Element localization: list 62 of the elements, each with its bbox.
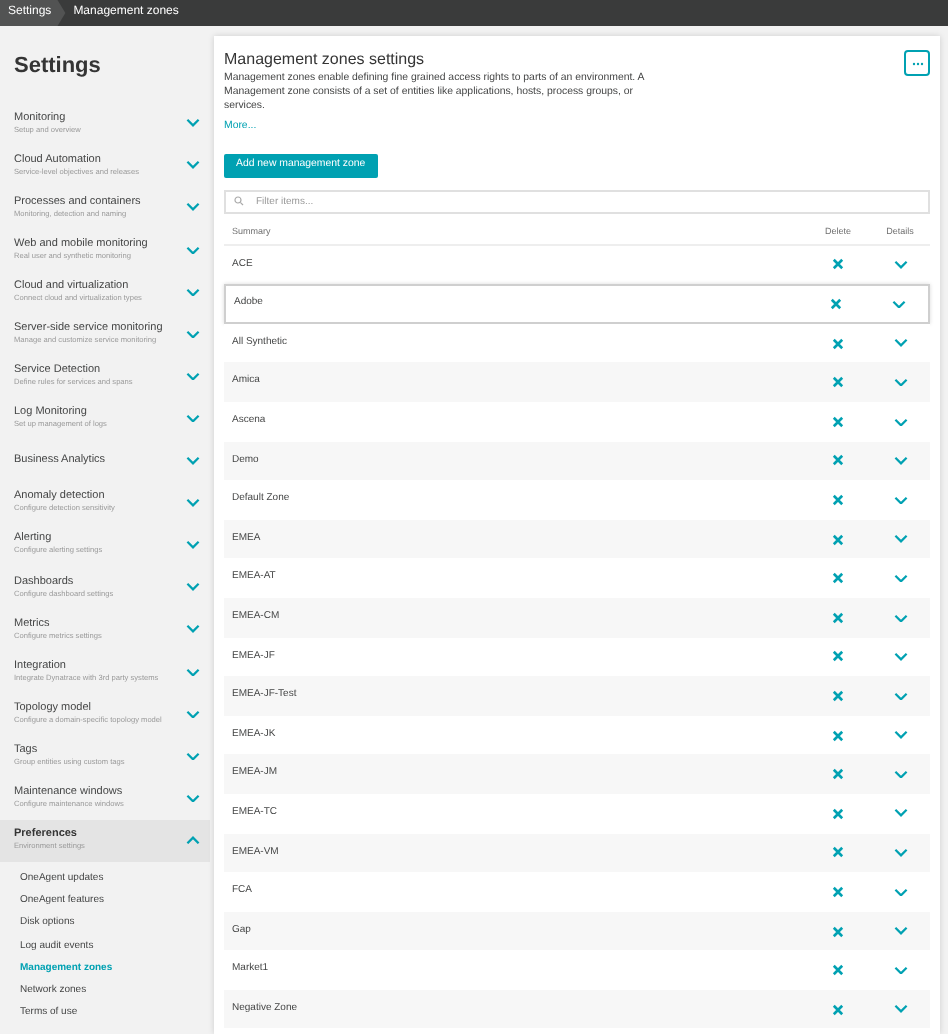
collapse-icon[interactable]: [186, 835, 200, 845]
expand-icon[interactable]: [893, 769, 907, 779]
expand-icon[interactable]: [893, 377, 907, 387]
delete-icon[interactable]: [832, 572, 844, 585]
delete-icon[interactable]: [832, 337, 844, 350]
delete-icon[interactable]: [832, 650, 844, 663]
search-icon: [234, 196, 244, 207]
expand-icon[interactable]: [186, 371, 200, 381]
delete-icon[interactable]: [832, 846, 844, 859]
expand-icon[interactable]: [893, 456, 907, 466]
delete-icon[interactable]: [832, 925, 844, 937]
delete-icon[interactable]: [832, 533, 844, 546]
delete-icon[interactable]: [830, 298, 842, 310]
delete-icon[interactable]: [832, 258, 844, 271]
delete-icon[interactable]: [832, 376, 844, 389]
delete-icon[interactable]: [832, 729, 844, 742]
delete-icon[interactable]: [832, 611, 844, 624]
delete-icon[interactable]: [832, 807, 844, 820]
expand-icon[interactable]: [186, 624, 200, 634]
delete-icon[interactable]: [832, 454, 844, 467]
expand-icon[interactable]: [186, 709, 200, 719]
delete-icon[interactable]: [832, 1003, 844, 1016]
delete-icon[interactable]: [832, 689, 844, 702]
expand-icon[interactable]: [893, 730, 907, 740]
expand-icon[interactable]: [893, 652, 907, 662]
expand-icon[interactable]: [893, 534, 907, 544]
expand-icon[interactable]: [186, 118, 200, 128]
expand-icon[interactable]: [186, 287, 200, 297]
expand-icon[interactable]: [186, 667, 200, 677]
expand-icon[interactable]: [893, 260, 907, 270]
expand-icon[interactable]: [893, 848, 907, 858]
sidebar-title: Settings: [12, 52, 103, 82]
expand-icon[interactable]: [893, 691, 907, 701]
delete-icon[interactable]: [832, 493, 844, 506]
expand-icon[interactable]: [186, 202, 200, 212]
expand-icon[interactable]: [186, 751, 200, 761]
expand-icon[interactable]: [186, 245, 200, 255]
expand-icon[interactable]: [186, 793, 200, 803]
expand-icon[interactable]: [893, 338, 907, 348]
panel-title: Management zones settings: [224, 50, 425, 70]
expand-icon[interactable]: [186, 413, 200, 423]
delete-icon[interactable]: [832, 768, 844, 781]
expand-icon[interactable]: [893, 808, 907, 818]
expand-icon[interactable]: [893, 926, 907, 936]
expand-icon[interactable]: [893, 417, 907, 427]
delete-icon[interactable]: [832, 415, 844, 428]
expand-icon[interactable]: [891, 299, 905, 309]
expand-icon[interactable]: [893, 965, 907, 975]
expand-icon[interactable]: [893, 573, 907, 583]
more-options-button[interactable]: [904, 50, 930, 76]
delete-icon[interactable]: [832, 964, 844, 977]
expand-icon[interactable]: [893, 1004, 907, 1014]
expand-icon[interactable]: [893, 887, 907, 897]
expand-icon[interactable]: [893, 495, 907, 505]
expand-icon[interactable]: [186, 329, 200, 339]
expand-icon[interactable]: [893, 613, 907, 622]
expand-icon[interactable]: [186, 160, 200, 170]
expand-icon[interactable]: [186, 498, 200, 508]
expand-icon[interactable]: [186, 582, 200, 592]
delete-icon[interactable]: [832, 885, 844, 898]
expand-icon[interactable]: [186, 540, 200, 550]
expand-icon[interactable]: [186, 456, 200, 466]
